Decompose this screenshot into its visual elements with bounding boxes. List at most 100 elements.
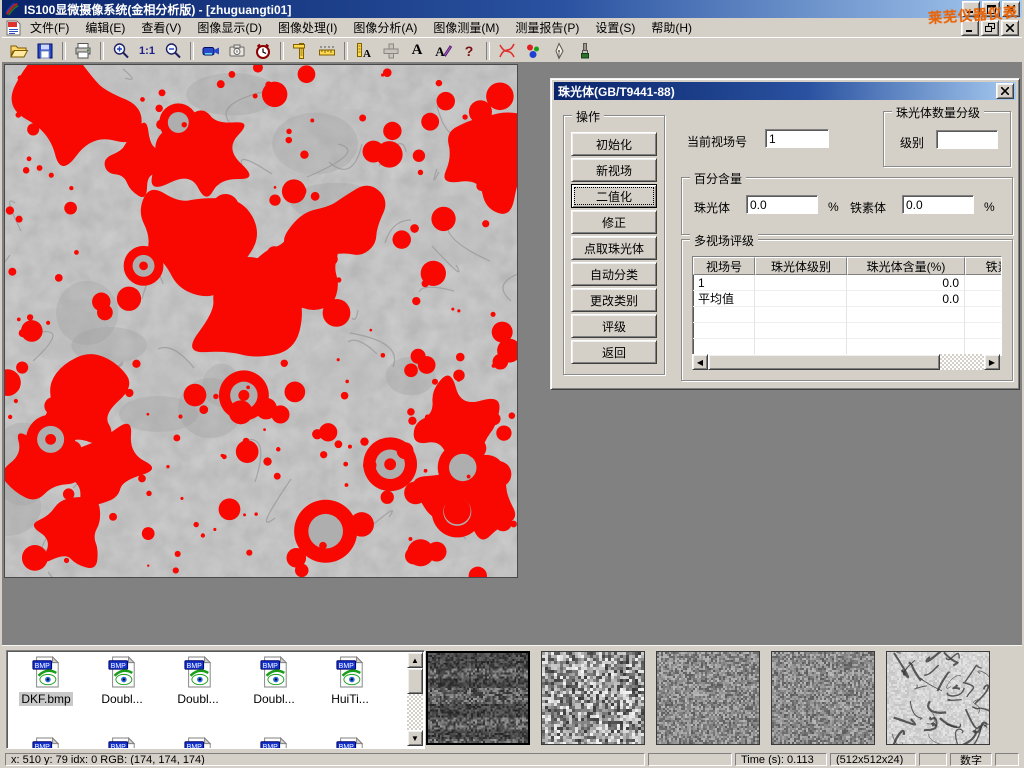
- scroll-up-button[interactable]: ▲: [407, 652, 423, 668]
- correct-button[interactable]: 修正: [571, 210, 657, 234]
- help-icon[interactable]: ?: [457, 41, 481, 61]
- file-item[interactable]: BMP Doubl...: [237, 656, 311, 706]
- header-ferrite-content[interactable]: 铁素体含量(%): [965, 257, 1002, 275]
- level-input[interactable]: [936, 130, 998, 149]
- status-bar: x: 510 y: 79 idx: 0 RGB: (174, 174, 174)…: [2, 751, 1022, 768]
- curve-tool-icon[interactable]: [495, 41, 519, 61]
- metallographic-image[interactable]: [4, 64, 518, 578]
- file-item[interactable]: BMP HuiTi...: [313, 656, 387, 706]
- bmp-file-icon: BMP: [107, 737, 137, 749]
- scroll-left-button[interactable]: ◀: [692, 354, 708, 370]
- file-item[interactable]: BMP: [237, 737, 311, 749]
- toolbar-separator: [280, 42, 284, 60]
- grade-button[interactable]: 评级: [571, 314, 657, 338]
- close-button[interactable]: [1002, 1, 1020, 17]
- brush-tool-icon[interactable]: [573, 41, 597, 61]
- open-file-icon[interactable]: [7, 41, 31, 61]
- pen-tool-icon[interactable]: [547, 41, 571, 61]
- ferrite-label: 铁素体: [850, 199, 886, 216]
- pearlite-percent-input[interactable]: [746, 195, 818, 214]
- file-item[interactable]: BMP: [85, 737, 159, 749]
- scroll-right-button[interactable]: ▶: [984, 354, 1000, 370]
- scrollbar-thumb[interactable]: [407, 668, 423, 694]
- text-icon[interactable]: A: [405, 41, 429, 61]
- menu-image-measure[interactable]: 图像测量(M): [425, 17, 507, 38]
- toolbar-separator: [190, 42, 194, 60]
- menu-image-display[interactable]: 图像显示(D): [189, 17, 270, 38]
- menu-image-analysis[interactable]: 图像分析(A): [345, 17, 425, 38]
- minimize-icon: [967, 5, 975, 13]
- bmp-file-icon: BMP: [335, 656, 365, 688]
- file-name[interactable]: HuiTi...: [329, 692, 371, 706]
- dialog-close-button[interactable]: [996, 83, 1014, 99]
- table-row[interactable]: 1 0.0: [693, 275, 1002, 291]
- caliper-icon[interactable]: [289, 41, 313, 61]
- menu-image-process[interactable]: 图像处理(I): [270, 17, 345, 38]
- menu-file[interactable]: 文件(F): [22, 17, 77, 38]
- file-name[interactable]: Doubl...: [251, 692, 296, 706]
- measure-label-icon[interactable]: A: [353, 41, 377, 61]
- ruler-icon[interactable]: [315, 41, 339, 61]
- child-restore-button[interactable]: [981, 20, 999, 36]
- scrollbar-track[interactable]: [708, 354, 984, 370]
- cell-pearlite-level: [755, 291, 847, 307]
- child-close-button[interactable]: [1001, 20, 1019, 36]
- zoom-out-icon[interactable]: [161, 41, 185, 61]
- snapshot-icon[interactable]: [225, 41, 249, 61]
- minimize-button[interactable]: [962, 1, 980, 17]
- thumbnail-5[interactable]: [886, 651, 990, 745]
- timer-icon[interactable]: [251, 41, 275, 61]
- window-controls: [962, 1, 1022, 17]
- annotate-icon[interactable]: A: [431, 41, 455, 61]
- file-name[interactable]: Doubl...: [175, 692, 220, 706]
- zoom-in-icon[interactable]: [109, 41, 133, 61]
- initialize-button[interactable]: 初始化: [571, 132, 657, 156]
- menu-edit[interactable]: 编辑(E): [77, 17, 133, 38]
- file-name[interactable]: DKF.bmp: [19, 692, 72, 706]
- thumbnail-3[interactable]: [656, 651, 760, 745]
- scrollbar-thumb[interactable]: [708, 354, 940, 370]
- file-item[interactable]: BMP Doubl...: [161, 656, 235, 706]
- table-row[interactable]: 平均值 0.0: [693, 291, 1002, 307]
- save-icon[interactable]: [33, 41, 57, 61]
- pick-pearlite-button[interactable]: 点取珠光体: [571, 236, 657, 260]
- current-field-input[interactable]: [765, 129, 829, 148]
- print-icon[interactable]: [71, 41, 95, 61]
- thumbnail-1[interactable]: [426, 651, 530, 745]
- menu-settings[interactable]: 设置(S): [587, 17, 643, 38]
- thumbnail-4[interactable]: [771, 651, 875, 745]
- change-class-button[interactable]: 更改类别: [571, 288, 657, 312]
- header-field-no[interactable]: 视场号: [693, 257, 755, 275]
- header-pearlite-content[interactable]: 珠光体含量(%): [847, 257, 965, 275]
- menu-view[interactable]: 查看(V): [133, 17, 189, 38]
- header-pearlite-level[interactable]: 珠光体级别: [755, 257, 847, 275]
- file-browser[interactable]: BMP DKF.bmp BMP Doubl... BMP Doubl... BM…: [6, 650, 425, 749]
- scroll-down-button[interactable]: ▼: [407, 730, 423, 746]
- new-field-button[interactable]: 新视场: [571, 158, 657, 182]
- actual-size-icon[interactable]: 1:1: [135, 41, 159, 61]
- child-minimize-button[interactable]: [961, 20, 979, 36]
- video-capture-icon[interactable]: [199, 41, 223, 61]
- multifield-table[interactable]: 视场号 珠光体级别 珠光体含量(%) 铁素体含量(%) 1 0.0 平均值 0.…: [692, 256, 1002, 356]
- table-horizontal-scrollbar[interactable]: ◀ ▶: [692, 354, 1000, 370]
- file-name[interactable]: Doubl...: [99, 692, 144, 706]
- file-item[interactable]: BMP Doubl...: [85, 656, 159, 706]
- grid-icon[interactable]: [379, 41, 403, 61]
- level-label: 级别: [900, 134, 924, 151]
- binarize-button[interactable]: 二值化: [571, 184, 657, 208]
- operation-group: 操作 初始化 新视场 二值化 修正 点取珠光体 自动分类 更改类别 评级 返回: [563, 115, 665, 375]
- menu-measure-report[interactable]: 测量报告(P): [507, 17, 587, 38]
- file-item[interactable]: BMP: [161, 737, 235, 749]
- thumbnail-2[interactable]: [541, 651, 645, 745]
- file-item[interactable]: BMP: [313, 737, 387, 749]
- operation-group-label: 操作: [572, 108, 604, 125]
- maximize-button[interactable]: [982, 1, 1000, 17]
- auto-classify-button[interactable]: 自动分类: [571, 262, 657, 286]
- return-button[interactable]: 返回: [571, 340, 657, 364]
- file-item[interactable]: BMP: [9, 737, 83, 749]
- phase-color-icon[interactable]: [521, 41, 545, 61]
- file-item[interactable]: BMP DKF.bmp: [9, 656, 83, 706]
- menu-help[interactable]: 帮助(H): [643, 17, 700, 38]
- file-list-scrollbar[interactable]: ▲ ▼: [407, 652, 423, 746]
- ferrite-percent-input[interactable]: [902, 195, 974, 214]
